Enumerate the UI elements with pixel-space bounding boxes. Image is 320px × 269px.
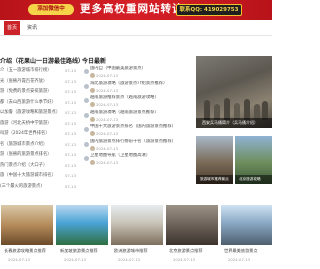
list-item[interactable]: 旅游（河北天桥中学旅游） 07-13 — [0, 119, 78, 130]
left-section-title: 介绍（花果山一日游最佳路线） — [0, 58, 85, 65]
avatar — [90, 116, 95, 122]
bottom-gallery: 长春旅游攻略景点推荐 2024-07-13 新加坡旅游景点推荐 2024-07-… — [0, 205, 272, 269]
hero-caption: 西安兵马俑简介（兵马俑介绍） — [196, 118, 272, 128]
list-item[interactable]: 越南旅游推荐景点（越南旅游攻略） 2024-07-13 — [82, 95, 192, 110]
gallery-date: 2024-07-13 — [8, 257, 31, 262]
thumb-image-2[interactable]: 北京旅游攻略 — [235, 136, 272, 184]
avatar — [90, 145, 95, 151]
banner-headline: 更多高权重网站转让 — [80, 3, 184, 15]
figure-shape — [244, 99, 250, 120]
list-item[interactable]: 国内旅游景点排行榜前十名（旅游景点推荐） 2024-07-13 — [82, 139, 192, 154]
thumb-caption: 旅游城市推荐景点 — [196, 175, 233, 184]
gallery-date: 2024-07-13 — [173, 257, 196, 262]
list-item[interactable]: 游（免费的景点安排旅游） 07-13 — [0, 87, 78, 98]
gallery-caption[interactable]: 北京旅游景点推荐 — [169, 248, 219, 254]
left-article-list: 介（五一旅游城市排行榜） 07-13 光（张掖丹霞百花齐放） 07-13 游（免费的… — [0, 66, 78, 192]
latest-article-list: 国内自（中国最美旅游景点） 2024-07-13 海比旅游攻略（旅游景点介绍景点推… — [82, 66, 192, 168]
gallery-date: 2024-07-13 — [64, 257, 87, 262]
bullet-icon — [84, 83, 89, 89]
gallery-image[interactable] — [221, 205, 272, 245]
hero-image-terracotta[interactable]: 西安兵马俑简介（兵马俑介绍） — [196, 56, 272, 128]
thumb-image-1[interactable]: 旅游城市推荐景点 — [196, 136, 233, 184]
bullet-icon — [84, 156, 89, 161]
bullet-icon — [84, 141, 89, 147]
list-item[interactable]: 以加鲁（旅游攻略和旅游景点） 07-13 — [0, 108, 78, 119]
gallery-caption[interactable]: 新加坡旅游景点推荐 — [60, 248, 110, 254]
latest-section-title: 今日最新 — [82, 58, 107, 65]
nav-item-news[interactable]: 资讯 — [27, 21, 37, 35]
nav-home[interactable]: 首页 — [4, 21, 20, 35]
gallery-image[interactable] — [166, 205, 218, 245]
list-item[interactable]: 国内自（中国最美旅游景点） 2024-07-13 — [82, 66, 192, 81]
top-ad-banner[interactable]: 添加微信中 更多高权重网站转让 联系QQ: 419029753 — [0, 0, 272, 20]
list-item[interactable]: 都（去山西旅游什么季节好） 07-13 — [0, 98, 78, 109]
list-item[interactable]: 海比旅游攻略（旅游景点介绍景点推荐） 2024-07-13 — [82, 81, 192, 96]
list-item[interactable]: 中国十大旅游景点排名（国内旅游景点推荐） 2024-07-13 — [82, 124, 192, 139]
thumb-caption: 北京旅游攻略 — [235, 175, 272, 184]
gallery-caption[interactable]: 世界最美旅游景点 — [224, 248, 272, 254]
contact-qq[interactable]: 联系QQ: 419029753 — [176, 4, 242, 16]
avatar — [90, 87, 95, 93]
bullet-icon — [84, 69, 89, 74]
avatar — [90, 73, 95, 78]
list-item[interactable]: (三个最火的旅游景点) 07-13 — [0, 182, 78, 193]
list-item[interactable]: 名（旅游城市景点介绍） 07-13 — [0, 140, 78, 151]
gallery-caption[interactable]: 长春旅游攻略景点推荐 — [4, 248, 54, 254]
list-item[interactable]: 越南旅游攻略（越南旅游景点推荐） 2024-07-13 — [82, 110, 192, 125]
gallery-image[interactable] — [56, 205, 108, 245]
list-item[interactable]: 光（张掖丹霞百花齐放） 07-13 — [0, 77, 78, 88]
figure-shape — [224, 98, 230, 120]
bullet-icon — [84, 127, 89, 132]
list-item[interactable]: 热门景点介绍（大口子） 07-13 — [0, 161, 78, 172]
list-item[interactable]: 游（张掖的旅游景点排名） 07-13 — [0, 150, 78, 161]
list-item[interactable]: 介（五一旅游城市排行榜） 07-13 — [0, 66, 78, 77]
gallery-date: 2024-07-13 — [228, 257, 251, 262]
gallery-image[interactable] — [111, 205, 163, 245]
avatar — [90, 102, 95, 107]
list-item[interactable]: 叫游（2024年世界排名） 07-13 — [0, 129, 78, 140]
figure-shape — [204, 100, 210, 120]
avatar — [90, 160, 95, 165]
bullet-icon — [84, 112, 89, 118]
list-item[interactable]: 旅（中国十大旅游城市排名） 07-13 — [0, 171, 78, 182]
gallery-caption[interactable]: 欧洲旅游城市推荐 — [114, 248, 164, 254]
bullet-icon — [84, 98, 89, 103]
gallery-date: 2024-07-13 — [118, 257, 141, 262]
avatar — [90, 131, 95, 136]
main-nav: 首页 资讯 — [0, 20, 272, 36]
gallery-image[interactable] — [1, 205, 53, 245]
list-item[interactable]: 卫星地图导航（卫星地图高清） 2024-07-13 — [82, 153, 192, 168]
wechat-badge: 添加微信中 — [28, 4, 74, 15]
